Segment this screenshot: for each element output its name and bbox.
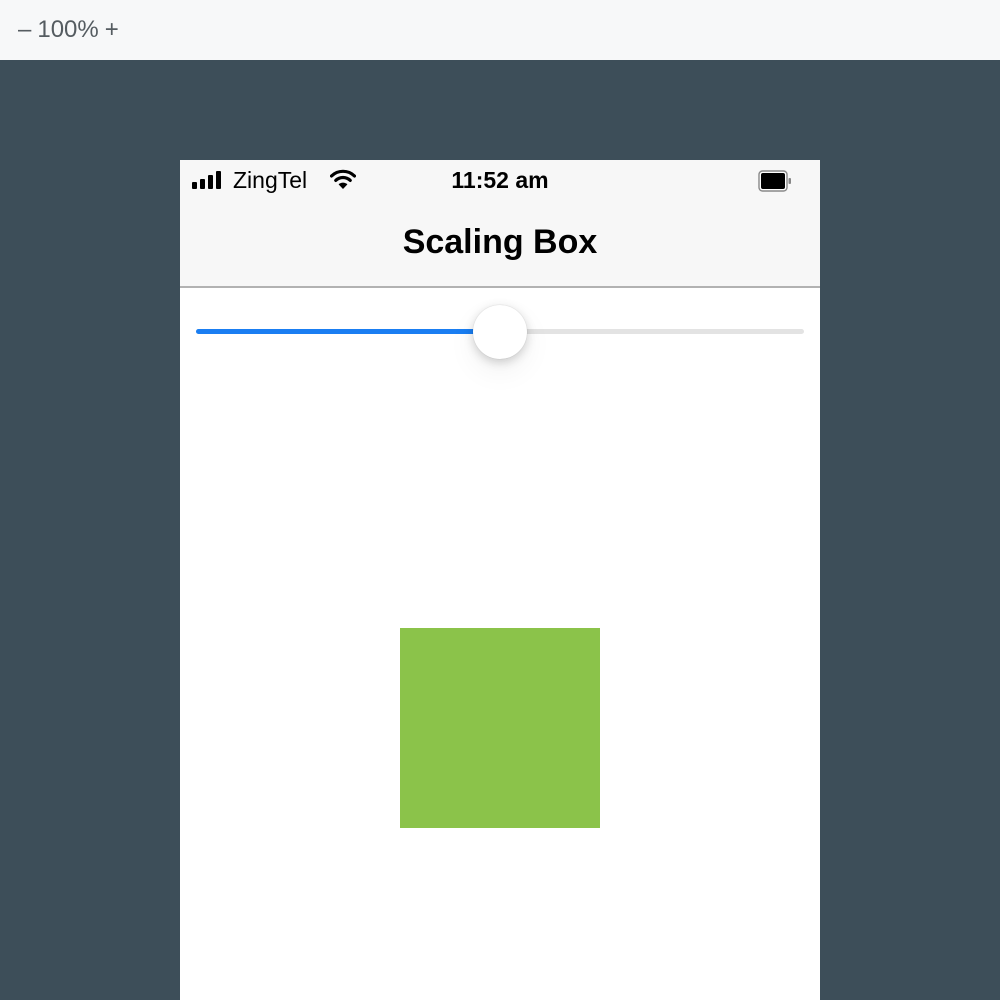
battery-icon <box>758 170 791 192</box>
zoom-out-button[interactable]: – <box>16 16 33 44</box>
zoom-level: 100% <box>37 16 99 43</box>
scale-slider[interactable] <box>196 304 804 360</box>
scaling-box <box>400 628 600 828</box>
navigation-bar: Scaling Box <box>180 200 820 288</box>
zoom-in-button[interactable]: + <box>103 16 121 44</box>
device-screen: ZingTel 11:52 am Scaling Box <box>180 160 820 1000</box>
page-title: Scaling Box <box>402 223 598 261</box>
slider-fill <box>196 329 500 334</box>
status-bar: ZingTel 11:52 am <box>180 160 820 200</box>
status-time: 11:52 am <box>451 167 549 193</box>
zoom-toolbar: – 100% + <box>0 0 1000 60</box>
slider-thumb[interactable] <box>473 305 527 359</box>
